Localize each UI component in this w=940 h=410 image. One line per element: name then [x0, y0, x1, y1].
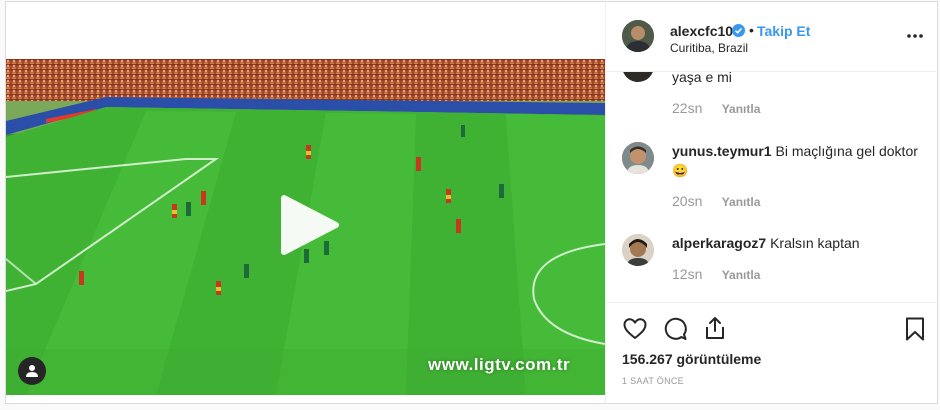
comment-avatar[interactable]	[622, 72, 654, 82]
post-sidebar: alexcfc10 • Takip Et Curitiba, Brazil ya…	[605, 2, 938, 403]
comment-body: Kralsın kaptan	[770, 235, 860, 251]
comment-body: Bi maçlığına gel doktor	[775, 143, 918, 159]
follow-button[interactable]: Takip Et	[757, 23, 810, 39]
play-icon	[281, 195, 339, 255]
author-username[interactable]: alexcfc10	[670, 23, 733, 39]
comment-username[interactable]: yunus.teymur1	[672, 143, 772, 159]
reply-button[interactable]: Yanıtla	[722, 268, 761, 282]
share-icon[interactable]	[702, 315, 728, 341]
avatar-image	[622, 20, 654, 52]
post-header: alexcfc10 • Takip Et Curitiba, Brazil	[606, 2, 938, 72]
reply-button[interactable]: Yanıtla	[722, 195, 761, 209]
emoji-grin-icon: 😀	[672, 163, 689, 178]
comment-avatar[interactable]	[622, 234, 654, 266]
comment-time: 22sn	[672, 100, 703, 116]
post-location[interactable]: Curitiba, Brazil	[670, 41, 748, 55]
comment-meta: 20sn Yanıtla	[672, 193, 760, 209]
post-actions: 156.267 görüntüleme 1 SAAT ÖNCE	[606, 304, 938, 403]
post-timestamp[interactable]: 1 SAAT ÖNCE	[622, 376, 684, 386]
comment-meta: 12sn Yanıtla	[672, 266, 760, 282]
video-player[interactable]: www.ligtv.com.tr	[6, 59, 605, 395]
verified-badge-icon	[732, 24, 745, 37]
comment-meta: 22sn Yanıtla	[672, 100, 760, 116]
comments-list[interactable]: yaşa e mi 22sn Yanıtla yunus.teymur1 Bi …	[606, 72, 938, 303]
like-heart-icon[interactable]	[622, 316, 648, 342]
post-card: www.ligtv.com.tr alexcfc10 • Takip Et Cu…	[5, 1, 938, 404]
comment-time: 12sn	[672, 266, 703, 282]
more-options-icon[interactable]	[906, 27, 924, 45]
reply-button[interactable]: Yanıtla	[722, 102, 761, 116]
comment-bubble-icon[interactable]	[662, 316, 688, 342]
separator-dot: •	[749, 22, 754, 38]
comment-username[interactable]: alperkaragoz7	[672, 235, 766, 251]
avatar-image	[622, 142, 654, 174]
person-icon	[26, 365, 38, 377]
play-button[interactable]	[278, 194, 340, 256]
comment-text: alperkaragoz7 Kralsın kaptan	[672, 234, 922, 252]
comment-avatar[interactable]	[622, 142, 654, 174]
author-avatar[interactable]	[622, 20, 654, 52]
comment-text: yaşa e mi	[672, 72, 732, 85]
avatar-image	[622, 234, 654, 266]
comment-text: yunus.teymur1 Bi maçlığına gel doktor 😀	[672, 142, 922, 180]
view-count[interactable]: 156.267 görüntüleme	[622, 351, 761, 367]
video-watermark: www.ligtv.com.tr	[428, 355, 571, 374]
bookmark-save-icon[interactable]	[902, 316, 928, 342]
comment-time: 20sn	[672, 193, 703, 209]
user-tag-button[interactable]	[18, 357, 46, 385]
post-media: www.ligtv.com.tr	[6, 2, 605, 403]
